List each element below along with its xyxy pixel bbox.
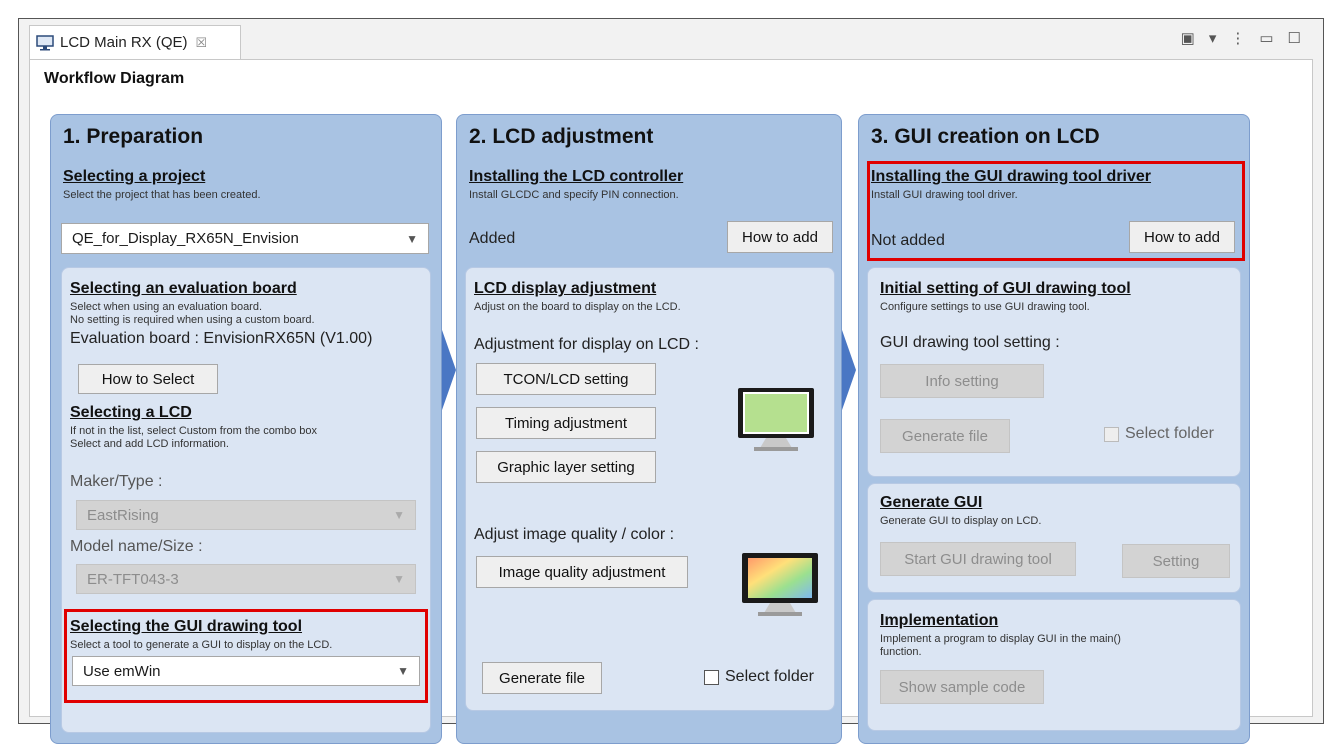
selecting-lcd-desc-2: Select and add LCD information.	[70, 438, 229, 450]
tcon-lcd-setting-button[interactable]: TCON/LCD setting	[476, 363, 656, 395]
tab-bar: LCD Main RX (QE) ☒ ▣ ▾ ⋮ ▭ ☐	[19, 19, 1323, 59]
evaluation-board-desc-1: Select when using an evaluation board.	[70, 301, 263, 313]
model-name-value: ER-TFT043-3	[87, 570, 179, 588]
maker-type-label: Maker/Type :	[70, 473, 163, 490]
workflow-title: Workflow Diagram	[44, 70, 185, 87]
select-folder-checkbox[interactable]: Select folder	[704, 668, 814, 686]
close-icon[interactable]: ☒	[196, 35, 208, 51]
generate-gui-panel: Generate GUI Generate GUI to display on …	[867, 483, 1241, 593]
project-select-value: QE_for_Display_RX65N_Envision	[72, 230, 299, 247]
show-sample-code-button[interactable]: Show sample code	[880, 670, 1044, 704]
start-gui-tool-button[interactable]: Start GUI drawing tool	[880, 542, 1076, 576]
chevron-down-icon: ▼	[406, 231, 418, 246]
checkbox-icon	[704, 669, 719, 685]
lcd-display-heading: LCD display adjustment	[474, 280, 657, 297]
project-select[interactable]: QE_for_Display_RX65N_Envision ▼	[61, 223, 429, 254]
column-title: 2. LCD adjustment	[469, 125, 654, 148]
lcd-display-panel: LCD display adjustment Adjust on the boa…	[465, 267, 835, 711]
preparation-column: 1. Preparation Selecting a project Selec…	[50, 114, 442, 744]
how-to-select-button[interactable]: How to Select	[78, 364, 218, 394]
timing-adjustment-button[interactable]: Timing adjustment	[476, 407, 656, 439]
minimize-icon[interactable]: ▭	[1259, 29, 1273, 47]
initial-setting-panel: Initial setting of GUI drawing tool Conf…	[867, 267, 1241, 477]
editor-frame: LCD Main RX (QE) ☒ ▣ ▾ ⋮ ▭ ☐ Workflow Di…	[18, 18, 1324, 744]
view-toolbar: ▣ ▾ ⋮ ▭ ☐	[1181, 29, 1301, 47]
model-name-select[interactable]: ER-TFT043-3 ▼	[76, 564, 416, 594]
select-folder-gui-checkbox[interactable]: Select folder	[1104, 425, 1214, 443]
view-menu-icon[interactable]: ⋮	[1230, 29, 1245, 47]
how-to-add-button[interactable]: How to add	[727, 221, 833, 253]
model-name-label: Model name/Size :	[70, 538, 203, 555]
gui-tool-setting-label: GUI drawing tool setting :	[880, 334, 1060, 351]
workflow-content: Workflow Diagram 1. Preparation Selectin…	[29, 59, 1313, 744]
implementation-desc-1: Implement a program to display GUI in th…	[880, 633, 1121, 645]
image-quality-adjustment-button[interactable]: Image quality adjustment	[476, 556, 688, 588]
dropdown-icon[interactable]: ▾	[1209, 29, 1217, 47]
gui-tool-highlight	[64, 609, 428, 703]
evaluation-board-value: Evaluation board : EnvisionRX65N (V1.00)	[70, 330, 373, 347]
tab-lcd-main[interactable]: LCD Main RX (QE) ☒	[29, 25, 241, 59]
chevron-down-icon: ▼	[393, 572, 405, 586]
checkbox-icon	[1104, 426, 1119, 442]
implementation-desc-2: function.	[880, 646, 922, 658]
image-quality-label: Adjust image quality / color :	[474, 526, 675, 543]
gui-driver-highlight	[867, 161, 1245, 261]
generate-file-button[interactable]: Generate file	[482, 662, 602, 694]
selecting-project-heading: Selecting a project	[63, 168, 206, 185]
initial-setting-desc: Configure settings to use GUI drawing to…	[880, 301, 1090, 313]
lcd-controller-desc: Install GLCDC and specify PIN connection…	[469, 189, 679, 201]
monitor-icon	[36, 34, 54, 50]
gui-creation-column: 3. GUI creation on LCD Installing the GU…	[858, 114, 1250, 744]
adjustment-label: Adjustment for display on LCD :	[474, 336, 699, 353]
lcd-display-desc: Adjust on the board to display on the LC…	[474, 301, 681, 313]
arrow-right-icon	[442, 330, 456, 410]
maker-type-value: EastRising	[87, 506, 159, 524]
presentation-icon[interactable]: ▣	[1181, 29, 1195, 47]
generate-gui-desc: Generate GUI to display on LCD.	[880, 515, 1042, 527]
lcd-color-monitor-icon	[742, 553, 818, 616]
maximize-icon[interactable]: ☐	[1288, 29, 1301, 47]
info-setting-button[interactable]: Info setting	[880, 364, 1044, 398]
lcd-adjustment-column: 2. LCD adjustment Installing the LCD con…	[456, 114, 842, 744]
selecting-lcd-heading: Selecting a LCD	[70, 404, 192, 421]
generate-file-gui-button[interactable]: Generate file	[880, 419, 1010, 453]
tab-title: LCD Main RX (QE)	[60, 34, 188, 51]
evaluation-board-heading: Selecting an evaluation board	[70, 280, 297, 297]
implementation-panel: Implementation Implement a program to di…	[867, 599, 1241, 731]
maker-type-select[interactable]: EastRising ▼	[76, 500, 416, 530]
initial-setting-heading: Initial setting of GUI drawing tool	[880, 280, 1131, 297]
column-title: 3. GUI creation on LCD	[871, 125, 1100, 148]
select-folder-label: Select folder	[725, 668, 814, 685]
lcd-controller-heading: Installing the LCD controller	[469, 168, 684, 185]
chevron-down-icon: ▼	[393, 508, 405, 522]
arrow-right-icon	[842, 330, 856, 410]
select-folder-gui-label: Select folder	[1125, 425, 1214, 442]
column-title: 1. Preparation	[63, 125, 204, 148]
selecting-project-desc: Select the project that has been created…	[63, 189, 261, 201]
lcd-controller-status: Added	[469, 230, 516, 247]
evaluation-board-desc-2: No setting is required when using a cust…	[70, 314, 315, 326]
generate-gui-heading: Generate GUI	[880, 494, 983, 511]
lcd-monitor-icon	[738, 388, 814, 451]
graphic-layer-setting-button[interactable]: Graphic layer setting	[476, 451, 656, 483]
setting-button[interactable]: Setting	[1122, 544, 1230, 578]
implementation-heading: Implementation	[880, 612, 999, 629]
selecting-lcd-desc-1: If not in the list, select Custom from t…	[70, 425, 317, 437]
